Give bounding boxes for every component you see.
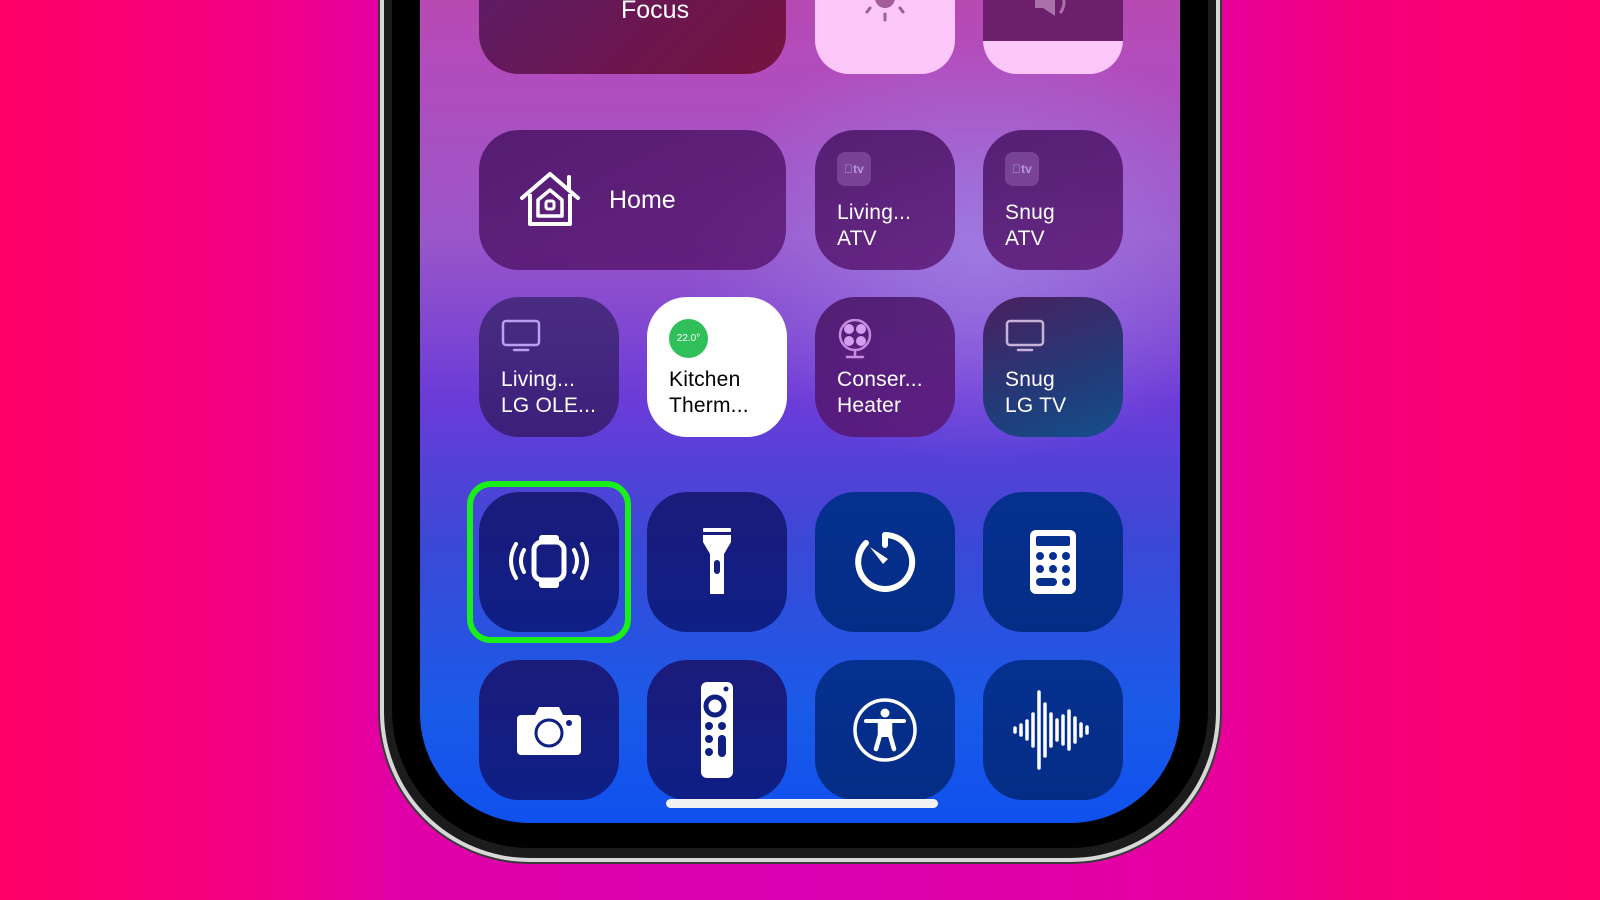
volume-level-fill [983, 0, 1123, 41]
voice-memos-button[interactable] [983, 660, 1123, 800]
flashlight-icon [703, 528, 731, 594]
tv-icon [501, 319, 541, 352]
accessibility-icon [853, 698, 917, 762]
focus-button[interactable]: Focus [479, 0, 786, 74]
remote-icon [701, 682, 733, 778]
home-label: Home [609, 186, 676, 214]
accessory-name: Snug [1005, 368, 1055, 391]
focus-label: Focus [621, 0, 690, 24]
calculator-icon [1030, 530, 1076, 594]
timer-button[interactable] [815, 492, 955, 632]
speaker-icon [1035, 0, 1066, 16]
accessory-room: LG OLE... [501, 394, 597, 417]
accessory-living-lg-oled[interactable]: Living... LG OLE... [479, 297, 619, 437]
camera-icon [517, 707, 581, 755]
accessory-conservatory-heater[interactable]: Conser... Heater [815, 297, 955, 437]
accessory-living-atv[interactable]: tv Living... ATV [815, 130, 955, 270]
accessory-snug-atv[interactable]: tv Snug ATV [983, 130, 1123, 270]
accessory-room: Therm... [669, 394, 749, 417]
house-icon [520, 172, 580, 226]
flashlight-button[interactable] [647, 492, 787, 632]
accessory-kitchen-thermostat[interactable]: 22.0° Kitchen Therm... [647, 297, 787, 437]
accessory-snug-lg-tv[interactable]: Snug LG TV [983, 297, 1123, 437]
accessory-name: Living... [837, 201, 912, 224]
home-button[interactable]: Home [479, 130, 786, 270]
accessory-name: Living... [501, 368, 576, 391]
fan-icon [838, 319, 872, 359]
accessory-room: ATV [1005, 227, 1045, 250]
accessory-name: Kitchen [669, 368, 741, 391]
accessibility-shortcuts-button[interactable] [815, 660, 955, 800]
accessory-room: ATV [837, 227, 877, 250]
thermostat-icon: 22.0° [669, 319, 708, 358]
calculator-button[interactable] [983, 492, 1123, 632]
brightness-slider[interactable] [815, 0, 955, 74]
sun-icon [865, 0, 905, 22]
accessory-room: Heater [837, 394, 902, 417]
highlight-outline [467, 481, 631, 643]
apple-tv-remote-button[interactable] [647, 660, 787, 800]
apple-tv-icon: tv [837, 152, 871, 186]
waveform-icon [1013, 690, 1089, 770]
camera-button[interactable] [479, 660, 619, 800]
timer-icon [855, 531, 916, 592]
volume-slider[interactable] [983, 0, 1123, 74]
home-indicator[interactable] [666, 799, 938, 808]
control-center-screen: Focus Home tv Living... ATV tv Snug ATV … [420, 0, 1180, 823]
accessory-name: Snug [1005, 201, 1055, 224]
accessory-room: LG TV [1005, 394, 1067, 417]
accessory-name: Conser... [837, 368, 923, 391]
tv-icon [1005, 319, 1045, 352]
apple-tv-icon: tv [1005, 152, 1039, 186]
